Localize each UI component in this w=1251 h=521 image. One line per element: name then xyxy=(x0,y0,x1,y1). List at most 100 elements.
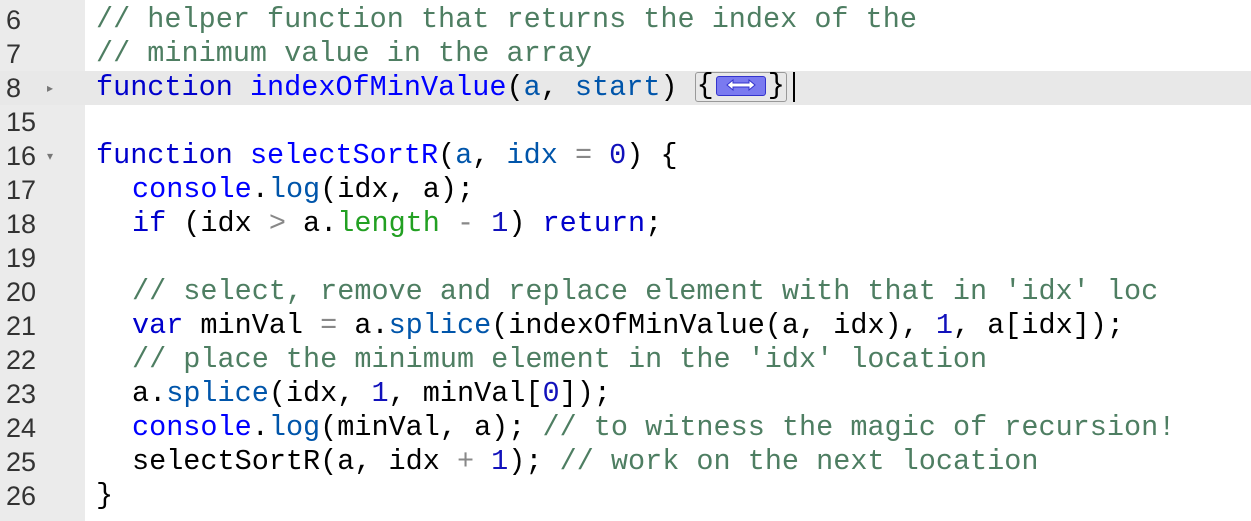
line-number: 25 xyxy=(6,447,37,477)
code-token: (indexOfMinValue(a, idx), xyxy=(491,309,936,342)
code-token: length xyxy=(337,207,440,240)
code-token: ; xyxy=(645,207,663,240)
code-token: . xyxy=(251,173,269,206)
code-token: a. xyxy=(337,309,389,342)
code-line[interactable]: 7 // minimum value in the array xyxy=(0,37,1251,71)
code-line[interactable]: 24 console.log(minVal, a); // to witness … xyxy=(0,411,1251,445)
code-token: ) xyxy=(508,207,543,240)
code-text[interactable]: // helper function that returns the inde… xyxy=(96,3,917,37)
line-number: 22 xyxy=(6,345,37,375)
code-token: function xyxy=(96,139,233,172)
code-token: ( xyxy=(438,139,456,172)
code-token: start xyxy=(574,71,661,104)
code-line[interactable]: 16 ▾ function selectSortR(a, idx = 0) { xyxy=(0,139,1251,173)
code-token: log xyxy=(268,173,321,206)
code-line[interactable]: 6 // helper function that returns the ind… xyxy=(0,3,1251,37)
fold-close-brace: } xyxy=(767,69,785,103)
code-line[interactable]: 18 if (idx > a.length - 1) return; xyxy=(0,207,1251,241)
code-token: a. xyxy=(285,207,338,240)
code-token: // select, remove and replace element wi… xyxy=(132,275,1159,308)
code-token: , minVal[ xyxy=(388,377,543,410)
code-line[interactable]: 8 ▸ function indexOfMinValue(a, start) {} xyxy=(0,71,1251,105)
code-token: // to witness the magic of recursion! xyxy=(542,411,1176,444)
line-number: 15 xyxy=(6,107,37,137)
code-token: 1 xyxy=(491,445,509,478)
code-text[interactable]: var minVal = a.splice(indexOfMinValue(a,… xyxy=(96,309,1124,343)
code-token: 1 xyxy=(491,207,509,240)
code-text[interactable]: // select, remove and replace element wi… xyxy=(96,275,1158,309)
code-token: ) xyxy=(660,71,695,104)
text-cursor xyxy=(792,72,795,103)
line-number: 20 xyxy=(6,277,37,307)
line-number: 24 xyxy=(6,413,37,443)
code-token: indexOfMinValue xyxy=(249,71,507,104)
code-line[interactable]: 25 selectSortR(a, idx + 1); // work on th… xyxy=(0,445,1251,479)
code-text[interactable]: console.log(minVal, a); // to witness th… xyxy=(96,411,1175,445)
code-token: (idx, xyxy=(268,377,372,410)
fold-expanded-icon[interactable]: ▾ xyxy=(47,139,59,173)
code-token: ( xyxy=(506,71,524,104)
code-token: selectSortR xyxy=(249,139,439,172)
code-token: a xyxy=(523,71,541,104)
fold-collapsed-icon[interactable]: ▸ xyxy=(47,71,59,105)
fold-open-brace: { xyxy=(696,69,714,103)
code-line[interactable]: 23 a.splice(idx, 1, minVal[0]); xyxy=(0,377,1251,411)
code-token: var xyxy=(132,309,184,342)
code-line[interactable]: 22 // place the minimum element in the 'i… xyxy=(0,343,1251,377)
code-token: selectSortR(a, idx xyxy=(132,445,457,478)
line-number: 23 xyxy=(6,379,37,409)
code-token: } xyxy=(96,479,114,512)
code-text[interactable]: function selectSortR(a, idx = 0) { xyxy=(96,139,678,173)
code-token: // work on the next location xyxy=(559,445,1039,478)
code-token: // place the minimum element in the 'idx… xyxy=(132,343,988,376)
code-token: return xyxy=(542,207,646,240)
code-text[interactable]: // minimum value in the array xyxy=(96,37,592,71)
code-token: 1 xyxy=(371,377,389,410)
code-token: function xyxy=(96,71,233,104)
code-token: 0 xyxy=(542,377,560,410)
code-token: 1 xyxy=(935,309,953,342)
code-token: ); xyxy=(508,445,560,478)
code-token: . xyxy=(251,411,269,444)
code-line[interactable]: 17 console.log(idx, a); xyxy=(0,173,1251,207)
line-number: 26 xyxy=(6,481,37,511)
code-token: splice xyxy=(388,309,492,342)
code-text[interactable]: } xyxy=(96,479,113,513)
code-token: idx xyxy=(506,139,558,172)
code-text[interactable]: console.log(idx, a); xyxy=(96,173,474,207)
code-line[interactable]: 26} xyxy=(0,479,1251,513)
code-editor[interactable]: 6 // helper function that returns the ind… xyxy=(0,3,1251,513)
code-token: a. xyxy=(132,377,167,410)
code-token: splice xyxy=(166,377,269,410)
code-text[interactable]: function indexOfMinValue(a, start) {} xyxy=(96,71,795,105)
code-line[interactable]: 20 // select, remove and replace element … xyxy=(0,275,1251,309)
code-token: + xyxy=(456,445,475,478)
line-number: 17 xyxy=(6,175,37,205)
code-text[interactable]: selectSortR(a, idx + 1); // work on the … xyxy=(96,445,1038,479)
line-number: 7 xyxy=(6,39,22,69)
code-line[interactable]: 19 xyxy=(0,241,1251,275)
double-arrow-icon[interactable] xyxy=(715,75,766,96)
code-token: console xyxy=(132,411,252,444)
code-token: if xyxy=(132,207,167,240)
line-number: 6 xyxy=(6,5,22,35)
code-token: (idx xyxy=(166,207,269,240)
code-text[interactable]: a.splice(idx, 1, minVal[0]); xyxy=(96,377,611,411)
folded-block[interactable]: {} xyxy=(694,69,787,103)
code-token: console xyxy=(132,173,252,206)
code-token: (idx, a); xyxy=(320,173,475,206)
code-line[interactable]: 15 xyxy=(0,105,1251,139)
line-number: 19 xyxy=(6,243,37,273)
code-token: 0 xyxy=(609,139,627,172)
code-line[interactable]: 21 var minVal = a.splice(indexOfMinValue(… xyxy=(0,309,1251,343)
line-number: 21 xyxy=(6,311,37,341)
code-text[interactable]: // place the minimum element in the 'idx… xyxy=(96,343,987,377)
code-text[interactable]: if (idx > a.length - 1) return; xyxy=(96,207,662,241)
code-token: log xyxy=(268,411,321,444)
